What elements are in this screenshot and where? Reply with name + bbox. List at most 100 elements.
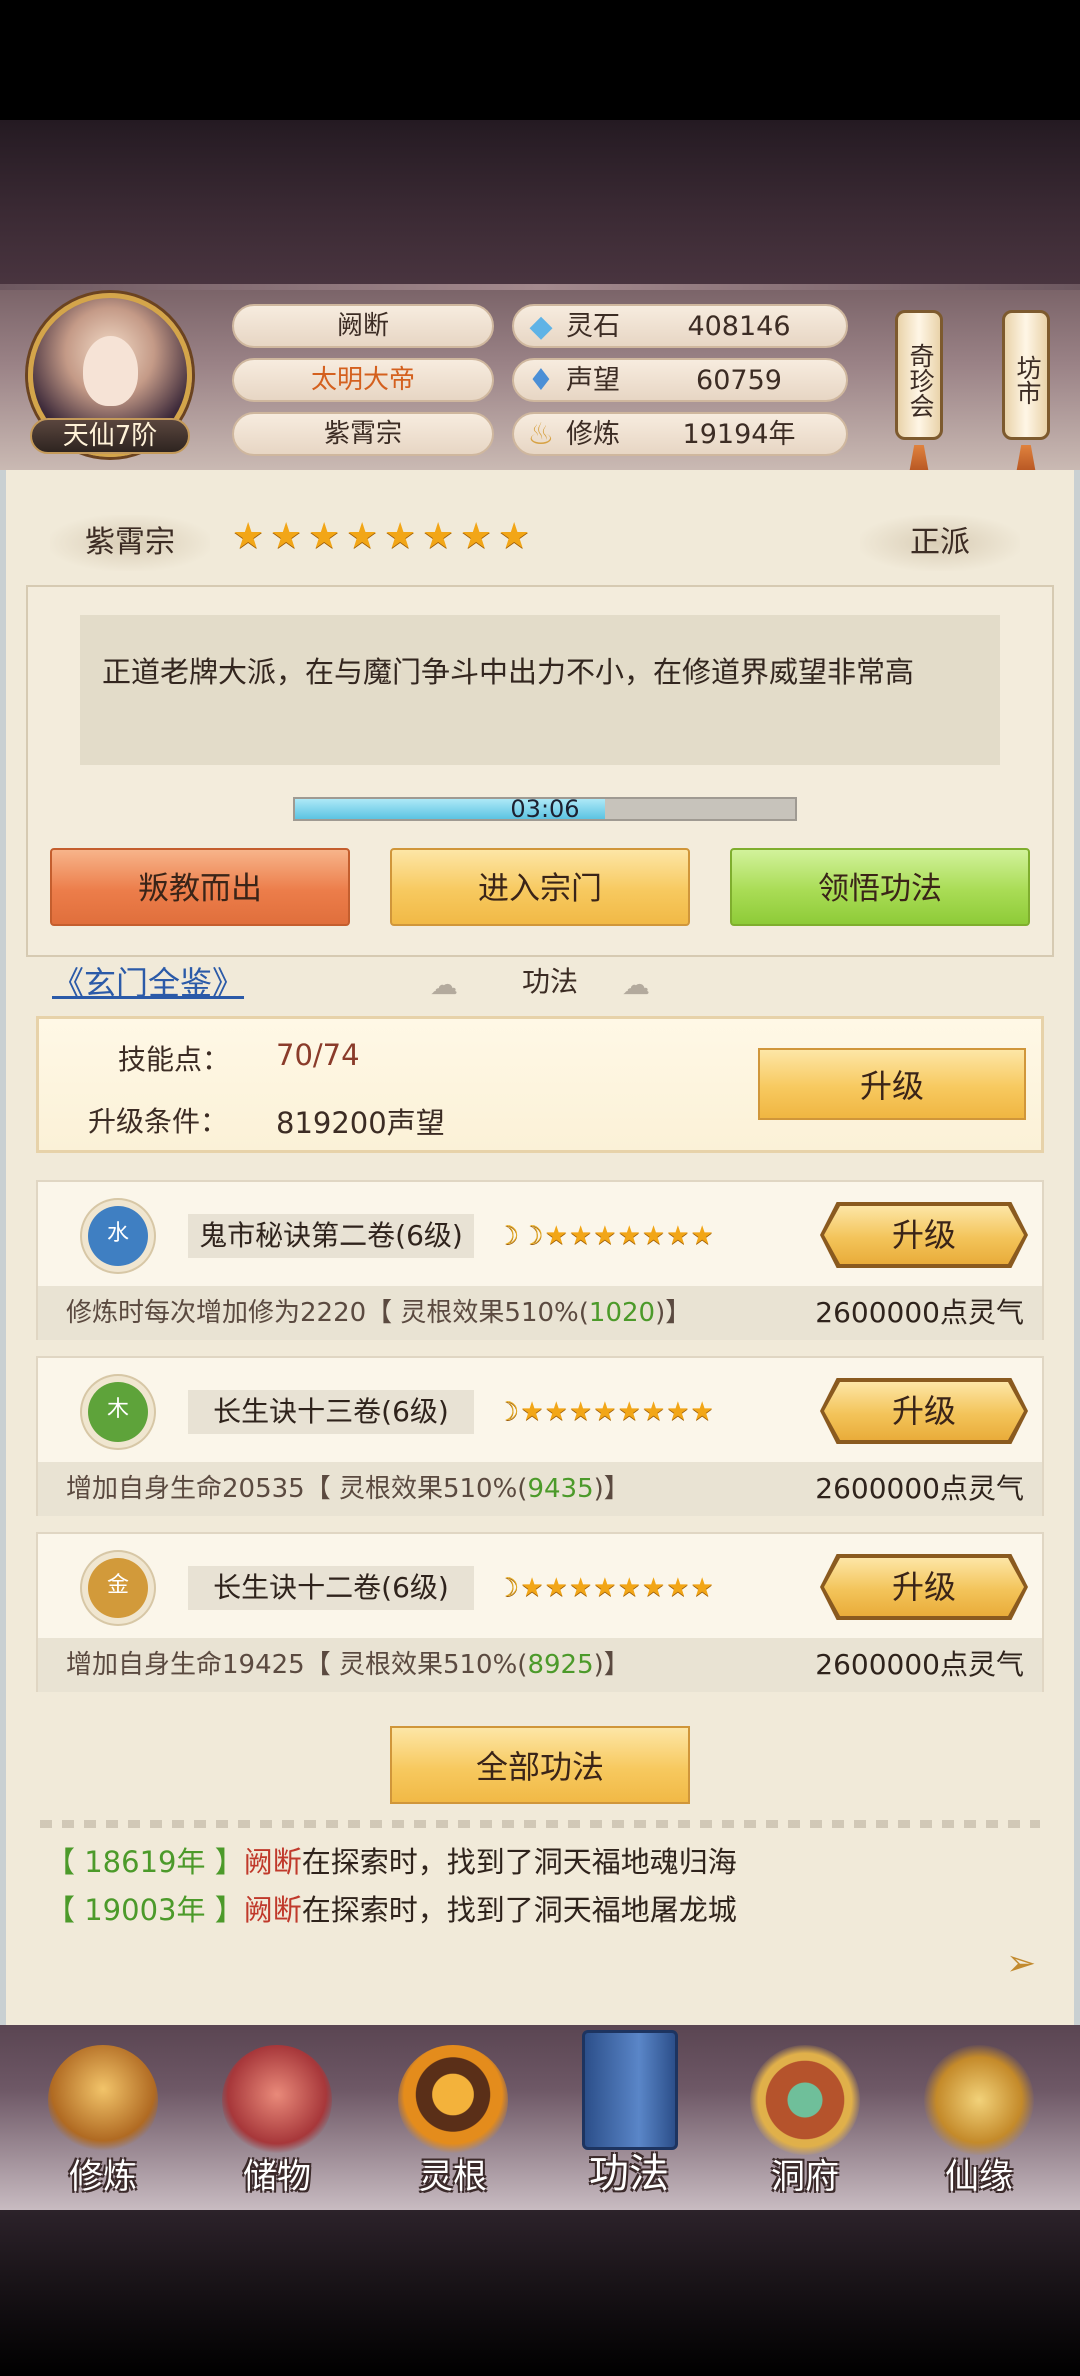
nav-cave[interactable]: 洞府 (730, 2045, 880, 2205)
sect-timer-text: 03:06 (510, 795, 580, 823)
sect-stars: ★ ★ ★ ★ ★ ★ ★ ★ (232, 516, 531, 557)
upgrade-skill-points-button[interactable]: 升级 (758, 1048, 1026, 1120)
stat-value: 408146 (687, 311, 791, 342)
top-banner (0, 120, 1080, 290)
immortal-fate-icon (924, 2045, 1034, 2155)
log-entry: 【 19003年 】阙断在探索时，找到了洞天福地屠龙城 (46, 1893, 737, 1927)
technique-effect: 修炼时每次增加修为2220【 灵根效果510%(1020)】 (66, 1298, 692, 1328)
star-icon: ★ (568, 1221, 593, 1251)
avatar-face (83, 336, 138, 406)
technique-effect: 增加自身生命20535【 灵根效果510%(9435)】 (66, 1474, 630, 1504)
nav-technique[interactable]: 功法 (554, 2030, 704, 2196)
star-icon: ★ (593, 1397, 617, 1427)
star-icon: ★ (641, 1573, 666, 1603)
star-icon: ★ (460, 516, 493, 557)
storage-bag-icon (222, 2045, 332, 2155)
stat-label: 声望 (566, 365, 620, 396)
all-techniques-button[interactable]: 全部功法 (390, 1726, 690, 1804)
nav-label: 洞府 (771, 2157, 839, 2197)
cultivation-icon: ♨ (527, 417, 555, 452)
technique-upgrade-button[interactable]: 升级 (824, 1558, 1024, 1616)
star-icon: ★ (690, 1221, 714, 1251)
star-icon: ★ (641, 1221, 666, 1251)
ornament-divider (40, 1820, 1040, 1828)
star-icon: ★ (641, 1397, 666, 1427)
sect-description: 正道老牌大派，在与魔门争斗中出力不小，在修道界威望非常高 (80, 615, 1000, 765)
technique-stars: ☽ ☽ ★ ★ ★ ★ ★ ★ ★ (496, 1222, 714, 1250)
star-icon: ★ (544, 1573, 568, 1603)
star-icon: ★ (346, 516, 379, 557)
star-icon: ★ (232, 516, 265, 557)
star-icon: ★ (617, 1221, 641, 1251)
technique-effect-row: 增加自身生命20535【 灵根效果510%(9435)】 2600000点灵气 (38, 1462, 1042, 1516)
technique-card: 木 长生诀十三卷(6级) ☽ ★ ★ ★ ★ ★ ★ ★ ★ 升级 增加自身生命20535【 灵… (36, 1356, 1044, 1516)
reputation-icon: ♦ (527, 363, 555, 398)
technique-stars: ☽ ★ ★ ★ ★ ★ ★ ★ ★ (496, 1574, 714, 1602)
technique-cost: 2600000点灵气 (815, 1472, 1024, 1505)
star-icon: ★ (593, 1573, 617, 1603)
skill-points-label: 技能点： (118, 1043, 231, 1076)
moon-icon: ☽ (496, 1397, 520, 1427)
technique-upgrade-button[interactable]: 升级 (824, 1382, 1024, 1440)
next-arrow-icon[interactable]: ➢ (1006, 1944, 1046, 1984)
skill-points-value: 70/74 (276, 1038, 360, 1072)
technique-effect-row: 修炼时每次增加修为2220【 灵根效果510%(1020)】 2600000点灵… (38, 1286, 1042, 1340)
technique-book-icon (582, 2030, 678, 2150)
moon-icon: ☽ (496, 1573, 520, 1603)
rank-badge: 天仙7阶 (30, 418, 190, 454)
technique-effect: 增加自身生命19425【 灵根效果510%(8925)】 (66, 1650, 630, 1680)
sect-name: 紫霄宗 (50, 515, 210, 571)
star-icon: ★ (308, 516, 341, 557)
metal-element-icon: 金 (88, 1558, 148, 1618)
faction-label: 正派 (860, 515, 1020, 571)
spirit-stone-icon: ◆ (529, 309, 553, 344)
star-icon: ★ (617, 1397, 641, 1427)
star-icon: ★ (690, 1573, 714, 1603)
bazaar-button[interactable]: 坊市 (1002, 310, 1050, 440)
technique-name: 鬼市秘诀第二卷(6级) (188, 1214, 474, 1258)
nav-storage[interactable]: 储物 (202, 2045, 352, 2205)
cultivate-icon (48, 2045, 158, 2155)
technique-header: 金 长生诀十二卷(6级) ☽ ★ ★ ★ ★ ★ ★ ★ ★ 升级 (38, 1534, 1042, 1638)
betray-sect-button[interactable]: 叛教而出 (50, 848, 350, 926)
cloud-ornament-icon: ☁ (622, 968, 650, 1001)
star-icon: ★ (593, 1221, 617, 1251)
stat-value: 19194年 (682, 419, 796, 450)
spirit-root-icon (398, 2045, 508, 2155)
moon-icon: ☽ (520, 1221, 544, 1251)
treasure-market-button[interactable]: 奇珍会 (895, 310, 943, 440)
wood-element-icon: 木 (88, 1382, 148, 1442)
stat-reputation: ♦ 声望 60759 (512, 358, 848, 402)
cave-dwelling-icon (750, 2045, 860, 2155)
tome-link[interactable]: 《玄门全鉴》 (52, 963, 244, 1003)
nav-label: 仙缘 (945, 2157, 1013, 2197)
comprehend-technique-button[interactable]: 领悟功法 (730, 848, 1030, 926)
nav-label: 修炼 (69, 2157, 137, 2197)
player-title: 太明大帝 (232, 358, 494, 402)
water-element-icon: 水 (88, 1206, 148, 1266)
enter-sect-button[interactable]: 进入宗门 (390, 848, 690, 926)
stat-value: 60759 (696, 365, 782, 396)
nav-label: 储物 (243, 2157, 311, 2197)
star-icon: ★ (520, 1397, 544, 1427)
nav-spirit-root[interactable]: 灵根 (378, 2045, 528, 2205)
nav-label: 灵根 (419, 2157, 487, 2197)
nav-cultivate[interactable]: 修炼 (28, 2045, 178, 2205)
star-icon: ★ (270, 516, 303, 557)
moon-icon: ☽ (496, 1221, 520, 1251)
nav-label: 功法 (589, 2151, 669, 2197)
star-icon: ★ (384, 516, 417, 557)
technique-header: 水 鬼市秘诀第二卷(6级) ☽ ☽ ★ ★ ★ ★ ★ ★ ★ 升级 (38, 1182, 1042, 1286)
star-icon: ★ (666, 1397, 690, 1427)
nav-immortal-fate[interactable]: 仙缘 (904, 2045, 1054, 2205)
status-bar (0, 0, 1080, 120)
star-icon: ★ (422, 516, 455, 557)
technique-stars: ☽ ★ ★ ★ ★ ★ ★ ★ ★ (496, 1398, 714, 1426)
technique-cost: 2600000点灵气 (815, 1648, 1024, 1681)
stat-label: 灵石 (566, 311, 620, 342)
player-sect: 紫霄宗 (232, 412, 494, 456)
star-icon: ★ (666, 1221, 690, 1251)
star-icon: ★ (568, 1573, 593, 1603)
technique-upgrade-button[interactable]: 升级 (824, 1206, 1024, 1264)
technique-effect-row: 增加自身生命19425【 灵根效果510%(8925)】 2600000点灵气 (38, 1638, 1042, 1692)
